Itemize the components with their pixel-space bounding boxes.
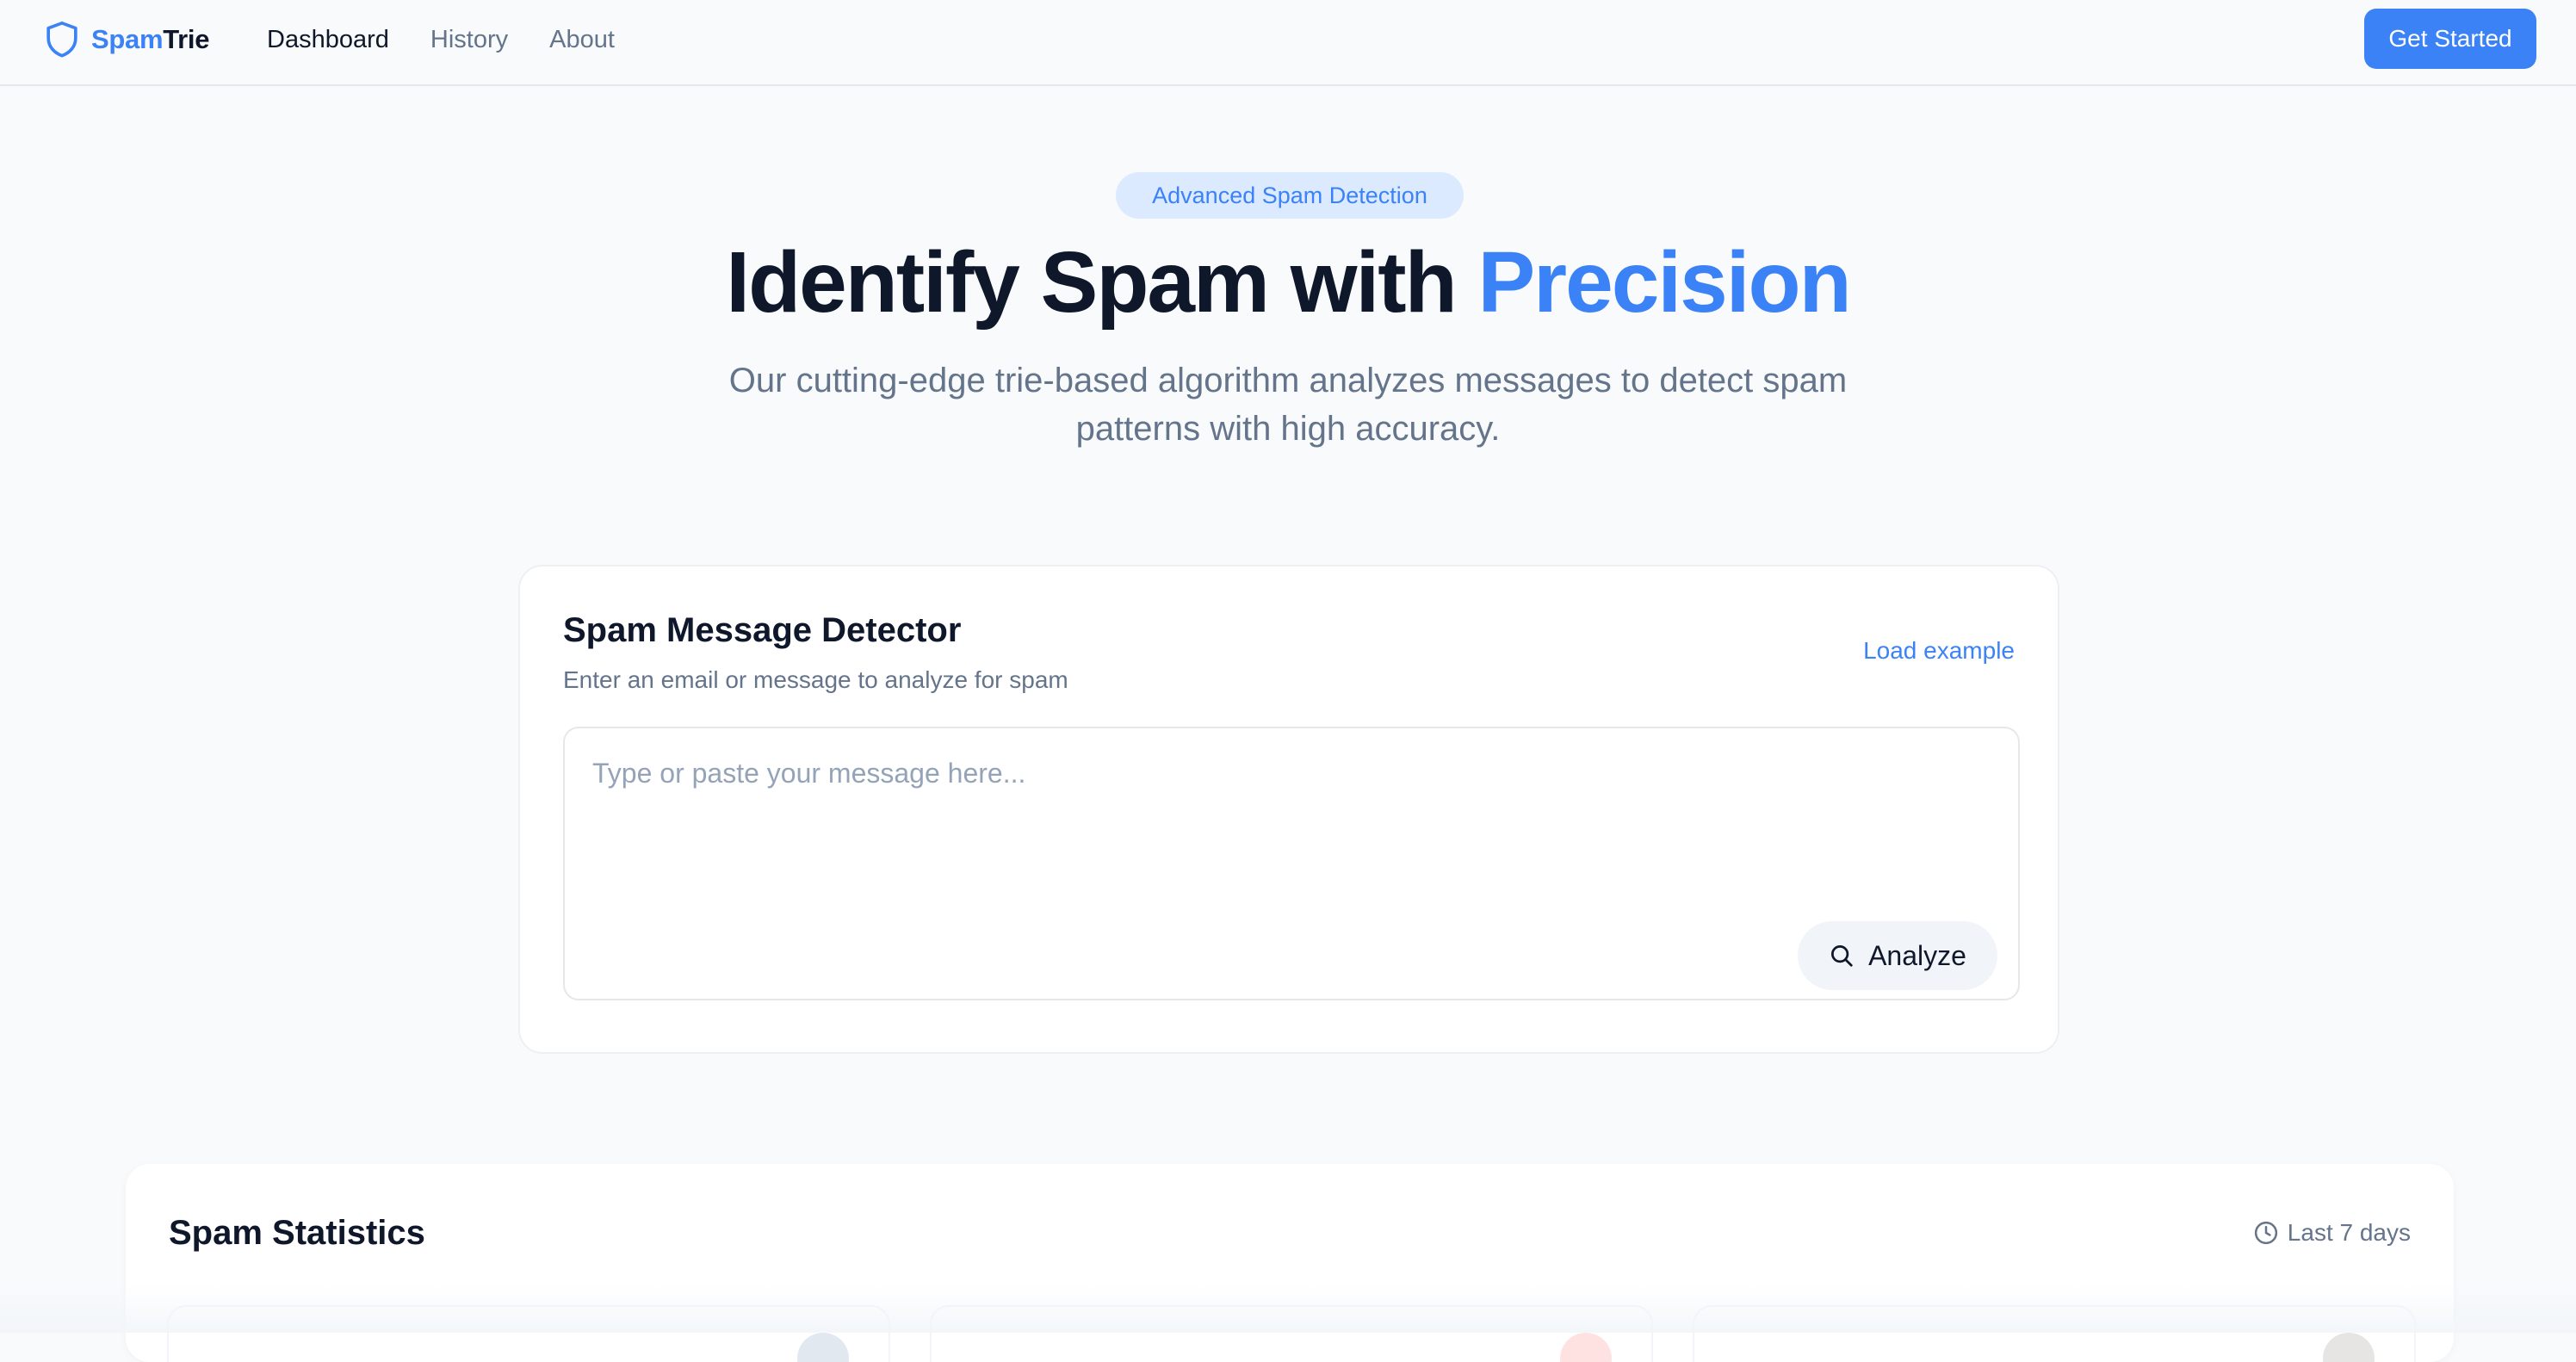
shield-icon (46, 22, 77, 58)
get-started-button[interactable]: Get Started (2364, 9, 2536, 69)
stats-title: Spam Statistics (169, 1214, 425, 1252)
brand-name-spam: Spam (91, 24, 164, 54)
hero-title: Identify Spam with Precision (0, 231, 2576, 334)
detector-title: Spam Message Detector (563, 611, 962, 649)
stats-range-label: Last 7 days (2287, 1219, 2411, 1246)
analyze-label: Analyze (1868, 939, 1966, 971)
hero-subtitle: Our cutting-edge trie-based algorithm an… (728, 362, 1848, 448)
nav-dashboard[interactable]: Dashboard (267, 22, 389, 58)
message-box: Analyze (563, 727, 2020, 1000)
stat-icon (797, 1333, 849, 1362)
stats-range-selector[interactable]: Last 7 days (2253, 1214, 2411, 1252)
top-navbar: SpamTrie Dashboard History About Get Sta… (0, 0, 2576, 86)
search-icon (1831, 945, 1853, 967)
stat-icon (1560, 1333, 1612, 1362)
hero-title-main: Identify Spam with (726, 234, 1478, 331)
stat-tile (1693, 1305, 2416, 1362)
hero-badge: Advanced Spam Detection (1116, 172, 1464, 219)
brand-logo[interactable]: SpamTrie (45, 17, 209, 62)
stat-tile (930, 1305, 1653, 1362)
spam-detector-card: Spam Message Detector Enter an email or … (518, 565, 2059, 1054)
detector-subtitle: Enter an email or message to analyze for… (563, 666, 1068, 693)
hero-title-accent: Precision (1477, 234, 1851, 331)
brand-name-trie: Trie (163, 24, 210, 54)
clock-icon (2254, 1221, 2277, 1245)
nav-about[interactable]: About (549, 22, 615, 58)
nav-history[interactable]: History (430, 22, 508, 58)
stat-tile (167, 1305, 890, 1362)
brand-name: SpamTrie (91, 24, 209, 55)
analyze-button[interactable]: Analyze (1798, 921, 1997, 990)
load-example-link[interactable]: Load example (1863, 635, 2015, 666)
stat-icon (2323, 1333, 2375, 1362)
main-nav: Dashboard History About (267, 22, 615, 58)
